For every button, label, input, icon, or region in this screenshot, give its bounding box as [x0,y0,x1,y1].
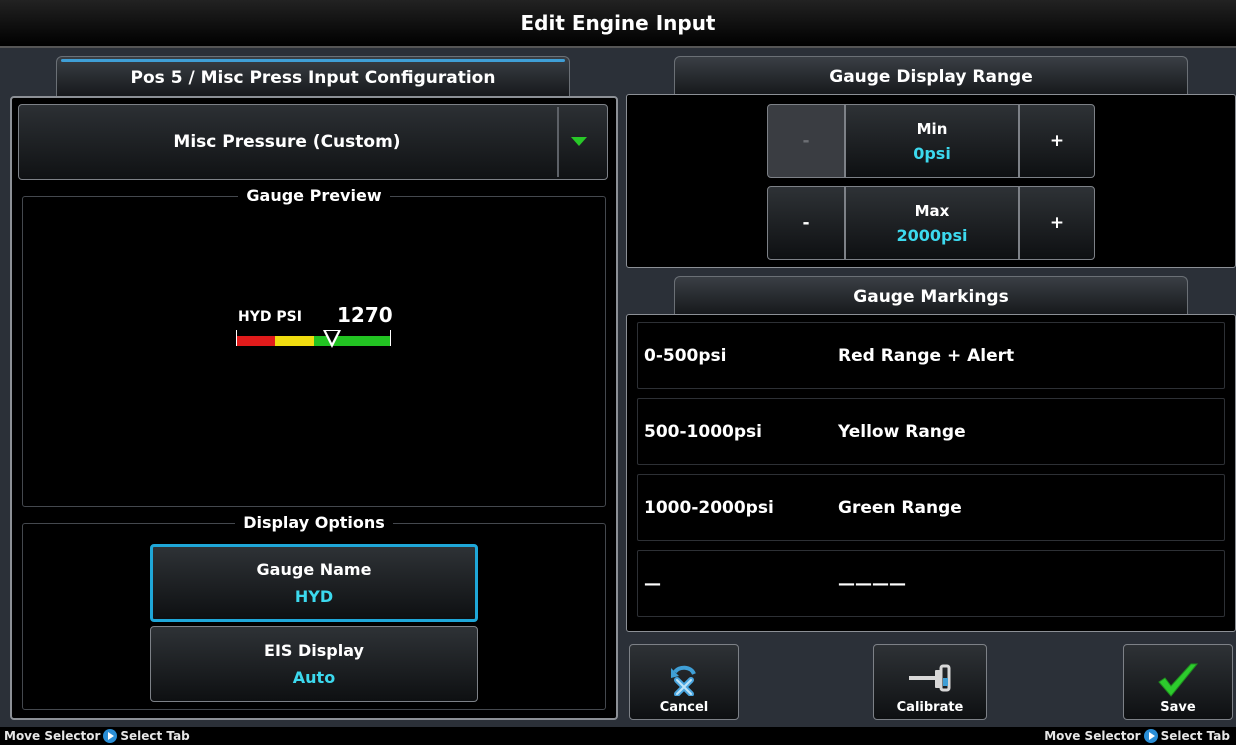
status-hint-right: Move Selector Select Tab [1044,727,1230,745]
cancel-label: Cancel [659,700,709,715]
gauge-markings-header: Gauge Markings [674,276,1188,316]
gauge-display-range-title: Gauge Display Range [829,66,1033,87]
marking-range: 500-1000psi [644,421,762,442]
knob-icon [1143,729,1158,743]
marking-description: ———— [838,573,906,594]
dropdown-divider [557,107,559,177]
marking-range: 1000-2000psi [644,497,774,518]
gauge-preview-name: HYD PSI [238,309,302,325]
chevron-down-icon[interactable] [571,137,587,146]
marking-description: Red Range + Alert [838,345,1015,366]
min-value: 0psi [913,143,951,163]
save-label: Save [1160,700,1196,715]
gauge-display-range-header: Gauge Display Range [674,56,1188,96]
gauge-pointer-inner [326,331,338,343]
marking-range: 0-500psi [644,345,727,366]
gauge-preview-bar [236,330,391,346]
min-increment-label: + [1049,131,1065,151]
marking-range: — [644,573,661,594]
min-increment-button[interactable]: + [1019,104,1095,178]
gauge-preview-title: Gauge Preview [238,186,390,205]
eis-display-label: EIS Display [264,641,364,660]
tab-input-configuration[interactable]: Pos 5 / Misc Press Input Configuration [56,56,570,98]
max-decrement-button[interactable]: - [767,186,845,260]
gauge-markings-title: Gauge Markings [853,286,1009,307]
calibrate-button[interactable]: Calibrate [873,644,987,720]
status-bar: Move Selector Select Tab Move Selector S… [0,727,1236,745]
status-select-tab: Select Tab [1160,729,1230,743]
input-type-dropdown[interactable]: Misc Pressure (Custom) [18,104,608,180]
status-move-selector: Move Selector [1044,729,1141,743]
max-value: 2000psi [896,225,968,245]
cancel-button[interactable]: Cancel [629,644,739,720]
gauge-preview-value: 1270 [337,303,393,327]
marking-description: Green Range [838,497,962,518]
gauge-tick-max [390,330,391,346]
save-button[interactable]: Save [1123,644,1233,720]
min-decrement-button[interactable]: - [767,104,845,178]
window-title: Edit Engine Input [520,11,716,35]
eis-display-value: Auto [292,668,336,687]
marking-row[interactable]: 1000-2000psi Green Range [637,474,1225,541]
status-select-tab: Select Tab [120,729,190,743]
input-type-value: Misc Pressure (Custom) [173,132,401,152]
min-decrement-label: - [802,131,810,151]
max-increment-button[interactable]: + [1019,186,1095,260]
calibrate-icon [909,664,951,692]
status-move-selector: Move Selector [4,729,101,743]
max-decrement-label: - [802,213,810,233]
status-hint-left: Move Selector Select Tab [4,727,190,745]
gauge-tick-min [236,330,237,346]
gauge-yellow-segment [275,336,314,346]
knob-icon [103,729,118,743]
calibrate-label: Calibrate [896,700,964,715]
display-options-title: Display Options [235,513,393,532]
marking-row[interactable]: — ———— [637,550,1225,617]
marking-description: Yellow Range [838,421,966,442]
max-label: Max [914,201,950,220]
cancel-icon [671,665,696,696]
checkmark-icon [1158,663,1199,697]
gauge-preview-group: Gauge Preview [22,186,606,507]
gauge-name-button[interactable]: Gauge Name HYD [150,544,478,622]
gauge-red-segment [236,336,275,346]
gauge-name-value: HYD [294,587,334,606]
marking-row[interactable]: 0-500psi Red Range + Alert [637,322,1225,389]
marking-row[interactable]: 500-1000psi Yellow Range [637,398,1225,465]
min-value-display[interactable]: Min 0psi [845,104,1019,178]
gauge-name-label: Gauge Name [256,560,372,579]
max-increment-label: + [1049,213,1065,233]
max-value-display[interactable]: Max 2000psi [845,186,1019,260]
title-bar: Edit Engine Input [0,0,1236,48]
eis-display-button[interactable]: EIS Display Auto [150,626,478,702]
min-label: Min [916,119,948,138]
tab-label: Pos 5 / Misc Press Input Configuration [130,67,496,88]
